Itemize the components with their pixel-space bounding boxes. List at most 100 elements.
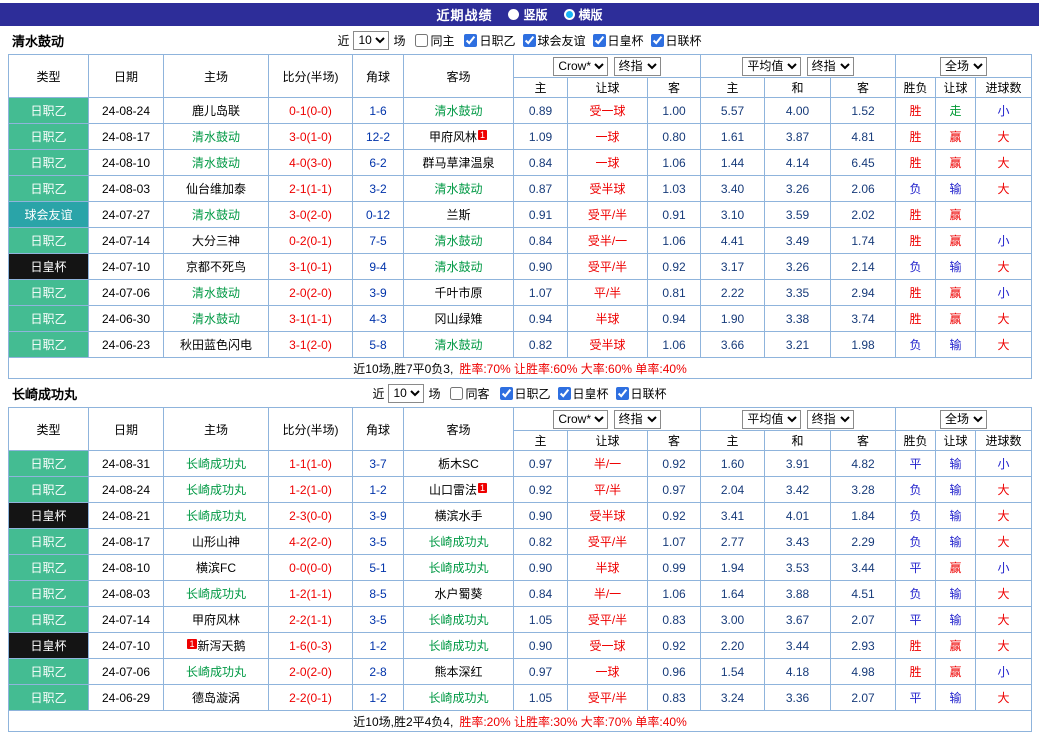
filter-bar: 近 10 场 同主 日职乙球会友谊日皇杯日联杯 xyxy=(337,31,701,50)
league-checkbox-label: 日职乙 xyxy=(479,32,515,49)
bookmaker-select[interactable]: Crow* xyxy=(553,410,608,429)
header-result: 胜负 xyxy=(896,78,936,98)
bookmaker-select[interactable]: Crow* xyxy=(553,57,608,76)
result-wdl: 负 xyxy=(896,176,936,202)
match-row: 球会友谊24-07-27清水鼓动3-0(2-0)0-12兰斯0.91受平/半0.… xyxy=(9,202,1032,228)
ah-away-odds: 0.97 xyxy=(648,477,701,503)
corner-score: 1-2 xyxy=(353,685,404,711)
league-checkbox-2[interactable] xyxy=(616,387,629,400)
avg-draw-odds: 3.43 xyxy=(765,529,831,555)
league-type-cell: 日职乙 xyxy=(9,529,89,555)
scope-select[interactable]: 全场 xyxy=(940,410,987,429)
avg-away-odds: 1.84 xyxy=(831,503,896,529)
team-label: 兰斯 xyxy=(446,208,470,222)
avg-home-odds: 4.41 xyxy=(701,228,765,254)
header-bookmaker-group: Crow* 终指 xyxy=(514,408,701,431)
ah-away-odds: 0.91 xyxy=(648,202,701,228)
result-handicap: 输 xyxy=(936,503,976,529)
team-label: 长崎成功丸 xyxy=(186,457,246,471)
league-checkbox-0[interactable] xyxy=(464,34,477,47)
result-goals: 大 xyxy=(976,477,1032,503)
bookmaker-stage-select[interactable]: 终指 xyxy=(614,410,661,429)
vertical-radio-label: 竖版 xyxy=(523,6,547,23)
same-venue-label: 同主 xyxy=(430,32,454,49)
match-date: 24-07-10 xyxy=(89,633,164,659)
league-checkbox-label: 日联杯 xyxy=(666,32,702,49)
ah-line: 受平/半 xyxy=(568,685,648,711)
ah-line: 受半球 xyxy=(568,332,648,358)
average-select[interactable]: 平均值 xyxy=(742,57,801,76)
recent-count-select[interactable]: 10 xyxy=(388,384,424,403)
recent-count-select[interactable]: 10 xyxy=(353,31,389,50)
league-type-cell: 球会友谊 xyxy=(9,202,89,228)
league-type-cell: 日职乙 xyxy=(9,581,89,607)
league-type-cell: 日皇杯 xyxy=(9,254,89,280)
league-type-cell: 日职乙 xyxy=(9,280,89,306)
avg-away-odds: 6.45 xyxy=(831,150,896,176)
avg-away-odds: 3.44 xyxy=(831,555,896,581)
league-type-cell: 日职乙 xyxy=(9,124,89,150)
bookmaker-stage-select[interactable]: 终指 xyxy=(614,57,661,76)
league-checkbox-3[interactable] xyxy=(651,34,664,47)
header-type: 类型 xyxy=(9,55,89,98)
team-section-header: 长崎成功丸 近 10 场 同客 日职乙日皇杯日联杯 xyxy=(0,379,1039,407)
match-date: 24-08-17 xyxy=(89,529,164,555)
result-wdl: 胜 xyxy=(896,280,936,306)
match-row: 日职乙24-08-03仙台维加泰2-1(1-1)3-2清水鼓动0.87受半球1.… xyxy=(9,176,1032,202)
vertical-radio[interactable] xyxy=(508,9,519,20)
average-stage-select[interactable]: 终指 xyxy=(807,410,854,429)
corner-score: 5-1 xyxy=(353,555,404,581)
header-bookmaker-group: Crow* 终指 xyxy=(514,55,701,78)
page-title: 近期战绩 xyxy=(436,5,492,24)
match-date: 24-08-24 xyxy=(89,477,164,503)
ah-line: 受半球 xyxy=(568,503,648,529)
league-checkbox-1[interactable] xyxy=(523,34,536,47)
filter-bar: 近 10 场 同客 日职乙日皇杯日联杯 xyxy=(372,384,666,403)
team-label: 清水鼓动 xyxy=(434,182,482,196)
ah-home-odds: 0.92 xyxy=(514,477,568,503)
same-venue-checkbox[interactable] xyxy=(450,387,463,400)
corner-score: 3-9 xyxy=(353,280,404,306)
result-goals: 小 xyxy=(976,451,1032,477)
ah-line: 半/一 xyxy=(568,581,648,607)
header-home: 主场 xyxy=(164,55,269,98)
header-home: 主场 xyxy=(164,408,269,451)
team-label: 清水鼓动 xyxy=(192,130,240,144)
same-venue-checkbox[interactable] xyxy=(415,34,428,47)
horizontal-radio[interactable] xyxy=(564,9,575,20)
league-filter: 日职乙 xyxy=(500,385,551,402)
layout-option-horizontal[interactable]: 横版 xyxy=(564,6,603,23)
avg-draw-odds: 3.35 xyxy=(765,280,831,306)
result-goals: 大 xyxy=(976,176,1032,202)
layout-option-vertical[interactable]: 竖版 xyxy=(508,6,547,23)
result-wdl: 平 xyxy=(896,607,936,633)
header-avg-away: 客 xyxy=(831,78,896,98)
result-handicap: 输 xyxy=(936,254,976,280)
avg-draw-odds: 3.26 xyxy=(765,254,831,280)
match-date: 24-08-03 xyxy=(89,176,164,202)
header-date: 日期 xyxy=(89,408,164,451)
average-select[interactable]: 平均值 xyxy=(742,410,801,429)
match-date: 24-07-10 xyxy=(89,254,164,280)
league-checkbox-2[interactable] xyxy=(593,34,606,47)
result-handicap: 赢 xyxy=(936,202,976,228)
away-team: 冈山绿雉 xyxy=(404,306,514,332)
average-stage-select[interactable]: 终指 xyxy=(807,57,854,76)
result-wdl: 胜 xyxy=(896,633,936,659)
league-checkbox-0[interactable] xyxy=(500,387,513,400)
match-date: 24-07-14 xyxy=(89,607,164,633)
result-wdl: 胜 xyxy=(896,228,936,254)
result-goals: 小 xyxy=(976,659,1032,685)
result-wdl: 负 xyxy=(896,254,936,280)
scope-select[interactable]: 全场 xyxy=(940,57,987,76)
corner-score: 8-5 xyxy=(353,581,404,607)
avg-away-odds: 2.02 xyxy=(831,202,896,228)
horizontal-radio-label: 横版 xyxy=(579,6,603,23)
league-checkbox-1[interactable] xyxy=(558,387,571,400)
team-label: 长崎成功丸 xyxy=(428,613,488,627)
result-handicap: 输 xyxy=(936,685,976,711)
ah-home-odds: 1.07 xyxy=(514,280,568,306)
home-team: 清水鼓动 xyxy=(164,280,269,306)
away-team: 山口雷法1 xyxy=(404,477,514,503)
result-wdl: 负 xyxy=(896,477,936,503)
